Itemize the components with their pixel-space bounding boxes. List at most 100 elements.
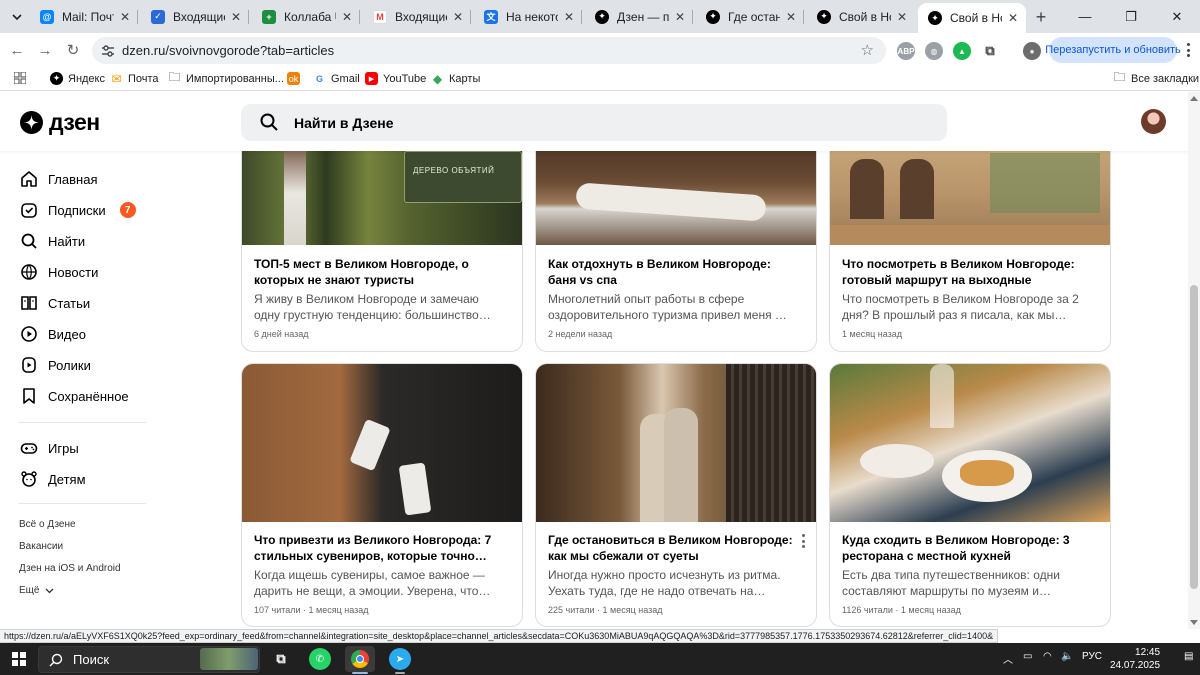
globe-extension-icon[interactable]: ◍	[925, 42, 943, 60]
browser-tab[interactable]: ✓ Входящие - ✕	[141, 4, 249, 29]
article-card[interactable]: Что привезти из Великого Новгорода: 7 ст…	[241, 363, 523, 627]
tray-chevron-up-icon[interactable]: ︿	[1003, 651, 1013, 666]
sidebar-divider	[18, 422, 146, 423]
tab-list-chevron-icon[interactable]	[6, 6, 28, 28]
notifications-icon[interactable]: ▤	[1184, 651, 1193, 662]
search-highlight-birds-icon[interactable]	[200, 648, 258, 670]
scroll-up-arrow-icon[interactable]	[1190, 96, 1198, 101]
bookmark-youtube[interactable]: ▶ YouTube	[365, 72, 426, 85]
sidebar-item-label: Детям	[48, 471, 86, 487]
more-options-icon[interactable]	[802, 534, 806, 548]
close-tab-icon[interactable]: ✕	[229, 10, 243, 24]
back-button[interactable]: ←	[5, 38, 29, 62]
dzen-search-input[interactable]: Найти в Дзене	[241, 104, 947, 141]
green-extension-icon[interactable]: ▲	[953, 42, 971, 60]
bookmark-star-icon[interactable]: ☆	[861, 41, 874, 59]
bookmark-mail[interactable]: ✉ Почта	[110, 72, 158, 86]
footer-link-apps[interactable]: Дзен на iOS и Android	[19, 563, 121, 574]
browser-tab[interactable]: ✦ Дзен — плат ✕	[585, 4, 693, 29]
browser-tab-active[interactable]: ✦ Свой в Новг ✕	[918, 3, 1026, 33]
bookmark-icon	[23, 388, 35, 404]
page-scrollbar[interactable]	[1188, 92, 1200, 629]
sidebar-item-home[interactable]: Главная	[20, 170, 97, 188]
dzen-logo[interactable]: дзен	[20, 109, 100, 136]
close-tab-icon[interactable]: ✕	[784, 10, 798, 24]
sidebar-item-shorts[interactable]: Ролики	[20, 356, 91, 374]
footer-link-about[interactable]: Всё о Дзене	[19, 519, 76, 530]
browser-tab[interactable]: @ Mail: Почта, ✕	[30, 4, 138, 29]
close-tab-icon[interactable]: ✕	[895, 10, 909, 24]
reload-button[interactable]: ↻	[61, 38, 85, 62]
close-tab-icon[interactable]: ✕	[118, 10, 132, 24]
article-card[interactable]: Как отдохнуть в Великом Новгороде: баня …	[535, 140, 817, 352]
close-tab-icon[interactable]: ✕	[1006, 11, 1020, 25]
maximize-button[interactable]: ❐	[1108, 0, 1154, 33]
article-image: ДЕРЕВО ОБЪЯТИЙ	[242, 141, 522, 245]
sidebar-item-subscriptions[interactable]: Подписки 7	[20, 201, 136, 219]
browser-tab[interactable]: + Коллаба UzC ✕	[252, 4, 360, 29]
bookmark-gmail[interactable]: G Gmail	[313, 72, 360, 85]
sidebar-item-video[interactable]: Видео	[20, 325, 86, 343]
whatsapp-icon[interactable]: ✆	[309, 648, 331, 670]
chrome-taskbar-button[interactable]	[345, 646, 375, 672]
close-tab-icon[interactable]: ✕	[673, 10, 687, 24]
browser-tab[interactable]: ✦ Где останови ✕	[696, 4, 804, 29]
scroll-down-arrow-icon[interactable]	[1190, 620, 1198, 625]
bookmark-ok[interactable]: ok	[287, 72, 300, 85]
bookmark-imported-folder[interactable]: 🗀 Импортированны...	[168, 70, 283, 85]
footer-more-button[interactable]: Ещё	[19, 585, 54, 596]
bookmark-label: Яндекс	[68, 72, 105, 85]
scroll-thumb[interactable]	[1190, 285, 1198, 589]
article-card[interactable]: Где остановиться в Великом Новгороде: ка…	[535, 363, 817, 627]
minimize-button[interactable]: —	[1062, 0, 1108, 33]
extensions-puzzle-icon[interactable]: ⧉	[981, 42, 999, 60]
close-window-button[interactable]: ✕	[1154, 0, 1200, 33]
close-tab-icon[interactable]: ✕	[562, 10, 576, 24]
sidebar-item-news[interactable]: Новости	[20, 263, 98, 281]
article-image	[242, 364, 522, 522]
close-tab-icon[interactable]: ✕	[340, 10, 354, 24]
forward-button[interactable]: →	[33, 38, 57, 62]
sidebar-item-games[interactable]: Игры	[20, 439, 79, 457]
address-bar[interactable]: dzen.ru/svoivnovgorode?tab=articles ☆	[92, 37, 886, 64]
browser-tab[interactable]: M Входящие - ✕	[363, 4, 471, 29]
sidebar-item-search[interactable]: Найти	[20, 232, 85, 250]
wifi-icon[interactable]: ◠	[1043, 651, 1052, 662]
sidebar-item-articles[interactable]: Статьи	[20, 294, 90, 312]
bookmark-yandex[interactable]: ✦ Яндекс	[50, 72, 105, 85]
article-card[interactable]: ДЕРЕВО ОБЪЯТИЙ ТОП-5 мест в Великом Новг…	[241, 140, 523, 352]
browser-tab[interactable]: 文 На некоторых ✕	[474, 4, 582, 29]
youtube-icon: ▶	[365, 72, 378, 85]
tray-app-icon[interactable]: ▭	[1023, 651, 1032, 662]
apps-grid-icon[interactable]	[14, 72, 26, 84]
keyboard-language[interactable]: РУС	[1082, 651, 1102, 662]
folder-icon: 🗀	[1113, 70, 1126, 84]
profile-avatar[interactable]: ●	[1023, 42, 1041, 60]
new-tab-button[interactable]: +	[1031, 7, 1051, 27]
browser-tab[interactable]: ✦ Свой в Новг ✕	[807, 4, 915, 29]
close-tab-icon[interactable]: ✕	[451, 10, 465, 24]
browser-menu-icon[interactable]	[1182, 41, 1194, 59]
restart-and-update-button[interactable]: Перезапустить и обновить	[1045, 37, 1181, 63]
taskbar-clock[interactable]: 12:45 24.07.2025	[1110, 646, 1160, 672]
all-bookmarks[interactable]: 🗀 Все закладки	[1113, 70, 1199, 85]
maps-icon: ◆	[432, 71, 443, 86]
article-title: Что привезти из Великого Новгорода: 7 ст…	[254, 533, 492, 563]
user-avatar[interactable]	[1141, 109, 1166, 134]
adblock-extension-icon[interactable]: ABP	[897, 42, 915, 60]
telegram-icon[interactable]: ➤	[389, 648, 411, 670]
sign-board: ДЕРЕВО ОБЪЯТИЙ	[404, 151, 522, 203]
windows-start-icon[interactable]	[12, 652, 26, 666]
volume-icon[interactable]: 🔈	[1061, 651, 1073, 662]
article-title: Где остановиться в Великом Новгороде: ка…	[548, 533, 793, 563]
task-view-icon[interactable]: ⧉	[270, 648, 292, 670]
person-in-white-robe	[575, 182, 767, 222]
bookmark-maps[interactable]: ◆ Карты	[431, 71, 480, 86]
sidebar-item-saved[interactable]: Сохранённое	[20, 387, 129, 405]
sidebar-item-kids[interactable]: Детям	[20, 470, 86, 488]
article-card[interactable]: Куда сходить в Великом Новгороде: 3 рест…	[829, 363, 1111, 627]
article-card[interactable]: Что посмотреть в Великом Новгороде: гото…	[829, 140, 1111, 352]
footer-link-vacancies[interactable]: Вакансии	[19, 541, 63, 552]
site-settings-icon[interactable]	[100, 43, 116, 59]
translate-icon: 文	[484, 9, 498, 24]
